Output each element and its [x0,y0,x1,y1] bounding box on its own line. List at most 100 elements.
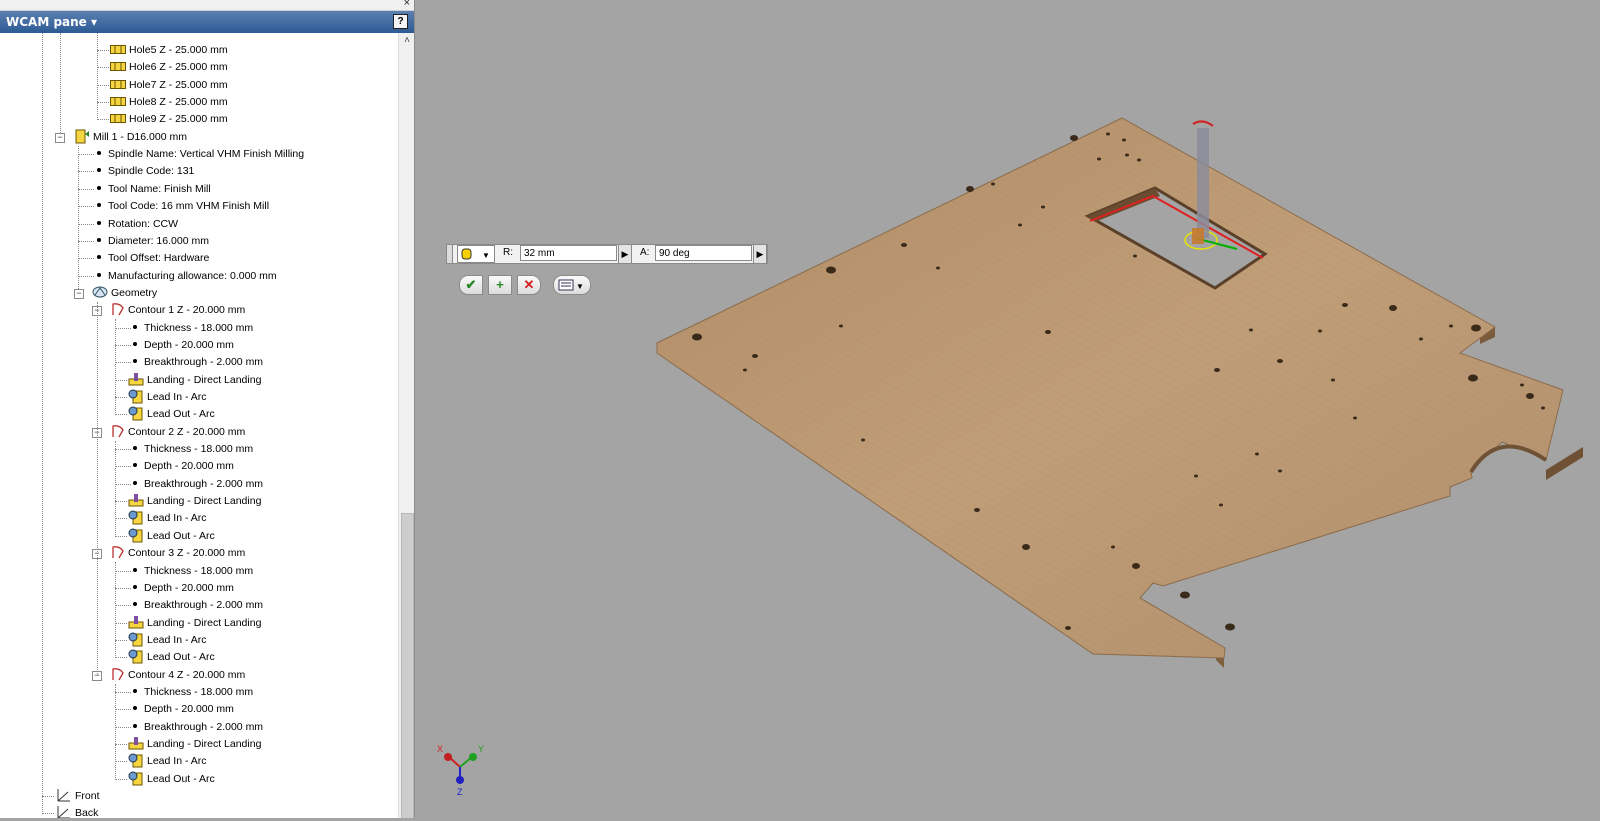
radius-arrow-icon[interactable]: ▶ [618,244,632,264]
tool-property-label: Diameter: 16.000 mm [108,235,209,247]
3d-viewport[interactable]: X Y Z [415,0,1600,818]
bullet-icon [133,689,137,694]
x-icon: ✕ [523,277,535,292]
tool-property[interactable]: Diameter: 16.000 mm [97,233,209,250]
wood-panel[interactable] [656,117,1583,668]
angle-input[interactable]: 90 deg [655,245,752,261]
geometry-item[interactable]: Geometry [92,285,157,302]
tree-connector [115,414,127,415]
mill-item[interactable]: Mill 1 - D16.000 mm [74,129,187,146]
radius-input[interactable]: 32 mm [520,245,617,261]
lead-in-item-label: Lead In - Arc [147,634,207,646]
tree-connector [115,692,131,693]
tree-connector [78,224,94,225]
contour-property-label: Thickness - 18.000 mm [144,686,254,698]
lead-in-item-label: Lead In - Arc [147,755,207,767]
collapse-icon[interactable]: − [55,133,65,143]
lead-out-item[interactable]: Lead Out - Arc [128,771,215,788]
contour-item-label: Contour 1 Z - 20.000 mm [128,304,246,316]
bullet-icon [97,186,101,191]
lead-in-item[interactable]: Lead In - Arc [128,389,207,406]
lead-out-item-label: Lead Out - Arc [147,773,215,785]
contour-property[interactable]: Breakthrough - 2.000 mm [133,354,263,371]
contour-property[interactable]: Breakthrough - 2.000 mm [133,597,263,614]
angle-arrow-icon[interactable]: ▶ [753,244,767,264]
tool-property[interactable]: Manufacturing allowance: 0.000 mm [97,268,277,285]
hole-item-label: Hole8 Z - 25.000 mm [129,96,228,108]
hole-item[interactable]: Hole8 Z - 25.000 mm [110,94,228,111]
contour-property[interactable]: Breakthrough - 2.000 mm [133,719,263,736]
landing-item[interactable]: Landing - Direct Landing [128,736,261,753]
contour-property[interactable]: Depth - 20.000 mm [133,580,234,597]
tree-connector [115,466,131,467]
tool-property[interactable]: Tool Code: 16 mm VHM Finish Mill [97,198,269,215]
contour-property[interactable]: Breakthrough - 2.000 mm [133,476,263,493]
lead-type-dropdown[interactable]: ▼ [457,245,495,263]
lead-in-item[interactable]: Lead In - Arc [128,753,207,770]
tree-connector [115,562,116,658]
tree-connector [115,397,127,398]
tool-property[interactable]: Tool Name: Finish Mill [97,181,211,198]
tool-property[interactable]: Spindle Name: Vertical VHM Finish Millin… [97,146,304,163]
tree-connector [115,319,116,415]
apply-button[interactable]: ✔ [459,275,483,295]
bullet-icon [133,342,137,347]
contour-property[interactable]: Depth - 20.000 mm [133,701,234,718]
bullet-icon [133,463,137,468]
lead-out-item[interactable]: Lead Out - Arc [128,406,215,423]
help-icon[interactable]: ? [393,14,408,29]
tree-connector [115,605,131,606]
chevron-down-icon: ▼ [482,251,490,260]
hole-item-label: Hole6 Z - 25.000 mm [129,61,228,73]
lead-out-item[interactable]: Lead Out - Arc [128,649,215,666]
tree-connector [42,813,54,814]
contour-property-label: Breakthrough - 2.000 mm [144,599,264,611]
hole-item[interactable]: Hole7 Z - 25.000 mm [110,77,228,94]
landing-item[interactable]: Landing - Direct Landing [128,493,261,510]
contour-property-label: Depth - 20.000 mm [144,460,234,472]
contour-item[interactable]: Contour 3 Z - 20.000 mm [111,545,245,562]
lead-out-item[interactable]: Lead Out - Arc [128,528,215,545]
view-item-0[interactable]: Front [56,788,100,805]
radius-label: R: [503,247,513,258]
scroll-thumb[interactable] [401,513,414,818]
landing-item[interactable]: Landing - Direct Landing [128,615,261,632]
contour-property[interactable]: Thickness - 18.000 mm [133,320,253,337]
options-dropdown-button[interactable]: ▼ [553,275,591,295]
contour-item[interactable]: Contour 4 Z - 20.000 mm [111,667,245,684]
contour-item[interactable]: Contour 2 Z - 20.000 mm [111,424,245,441]
contour-property[interactable]: Thickness - 18.000 mm [133,684,253,701]
lead-in-item[interactable]: Lead In - Arc [128,632,207,649]
close-icon[interactable]: × [404,0,410,9]
contour-item[interactable]: Contour 1 Z - 20.000 mm [111,302,245,319]
lead-out-item-label: Lead Out - Arc [147,651,215,663]
contour-property[interactable]: Thickness - 18.000 mm [133,441,253,458]
pane-title-dropdown[interactable]: WCAM pane ▾ [6,15,97,29]
lead-in-item[interactable]: Lead In - Arc [128,510,207,527]
tool-property[interactable]: Spindle Code: 131 [97,163,194,180]
tree-connector [78,276,94,277]
tool-property[interactable]: Tool Offset: Hardware [97,250,209,267]
hole-item[interactable]: Hole9 Z - 25.000 mm [110,111,228,128]
contour-property[interactable]: Depth - 20.000 mm [133,337,234,354]
tree-connector [115,727,131,728]
tree-connector [78,154,94,155]
tool-property-label: Tool Code: 16 mm VHM Finish Mill [108,200,270,212]
hole-item[interactable]: Hole5 Z - 25.000 mm [110,42,228,59]
view-item-1[interactable]: Back [56,805,98,818]
collapse-icon[interactable]: − [74,289,84,299]
landing-item[interactable]: Landing - Direct Landing [128,372,261,389]
lead-icon [128,649,147,664]
add-button[interactable]: + [488,275,512,295]
contour-property[interactable]: Depth - 20.000 mm [133,458,234,475]
tree-connector [115,536,127,537]
hole-item[interactable]: Hole6 Z - 25.000 mm [110,59,228,76]
scroll-up-icon[interactable]: ˄ [399,35,414,49]
cancel-button[interactable]: ✕ [517,275,541,295]
mill-item-label: Mill 1 - D16.000 mm [93,131,187,143]
tree-scrollbar[interactable]: ˄ [398,33,414,818]
bullet-icon [97,273,101,278]
contour-property[interactable]: Thickness - 18.000 mm [133,563,253,580]
tool-property[interactable]: Rotation: CCW [97,216,178,233]
geometry-icon [92,286,111,299]
